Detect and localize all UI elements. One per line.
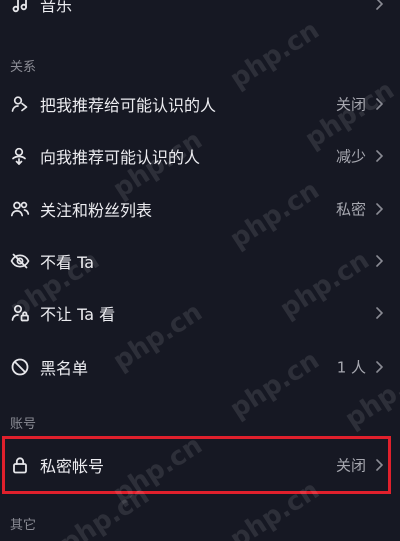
people-list-icon bbox=[10, 199, 30, 219]
settings-item-following-followers-list[interactable]: 关注和粉丝列表 私密 bbox=[0, 183, 400, 235]
settings-item-value: 减少 bbox=[335, 147, 366, 166]
settings-item-label: 黑名单 bbox=[40, 359, 89, 378]
eye-off-icon bbox=[10, 251, 30, 271]
settings-item-value: 私密 bbox=[335, 200, 366, 219]
settings-item-blacklist[interactable]: 黑名单 1 人 bbox=[0, 341, 400, 393]
settings-item-label: 向我推荐可能认识的人 bbox=[40, 148, 201, 167]
lock-icon bbox=[10, 455, 30, 475]
settings-item-hide-their-content[interactable]: 不看 Ta bbox=[0, 235, 400, 287]
chevron-right-icon bbox=[374, 202, 384, 216]
settings-item-private-account[interactable]: 私密帐号 关闭 bbox=[0, 439, 400, 491]
settings-item-label: 不让 Ta 看 bbox=[40, 305, 116, 324]
settings-item-hide-from-them[interactable]: 不让 Ta 看 bbox=[0, 287, 400, 339]
section-title-relations: 关系 bbox=[10, 60, 37, 75]
section-title-account: 账号 bbox=[10, 417, 37, 432]
settings-item-label: 私密帐号 bbox=[40, 457, 105, 476]
person-share-icon bbox=[10, 94, 30, 114]
settings-item-value: 关闭 bbox=[335, 95, 366, 114]
settings-item-label: 音乐 bbox=[40, 0, 73, 15]
settings-item-recommend-others-to-me[interactable]: 向我推荐可能认识的人 减少 bbox=[0, 130, 400, 182]
chevron-right-icon bbox=[374, 306, 384, 320]
settings-item-label: 关注和粉丝列表 bbox=[40, 201, 153, 220]
chevron-right-icon bbox=[374, 149, 384, 163]
block-icon bbox=[10, 357, 30, 377]
settings-item-music[interactable]: 音乐 bbox=[0, 0, 400, 26]
chevron-right-icon bbox=[374, 360, 384, 374]
settings-item-recommend-me-to-others[interactable]: 把我推荐给可能认识的人 关闭 bbox=[0, 78, 400, 130]
chevron-right-icon bbox=[374, 0, 384, 11]
settings-item-label: 不看 Ta bbox=[40, 253, 95, 272]
section-title-other: 其它 bbox=[10, 518, 37, 533]
chevron-right-icon bbox=[374, 97, 384, 111]
person-recommend-icon bbox=[10, 146, 30, 166]
chevron-right-icon bbox=[374, 458, 384, 472]
chevron-right-icon bbox=[374, 254, 384, 268]
settings-item-value: 1 人 bbox=[336, 358, 366, 377]
music-note-icon bbox=[10, 0, 30, 14]
settings-item-label: 把我推荐给可能认识的人 bbox=[40, 96, 217, 115]
settings-item-value: 关闭 bbox=[335, 456, 366, 475]
person-lock-icon bbox=[10, 303, 30, 323]
